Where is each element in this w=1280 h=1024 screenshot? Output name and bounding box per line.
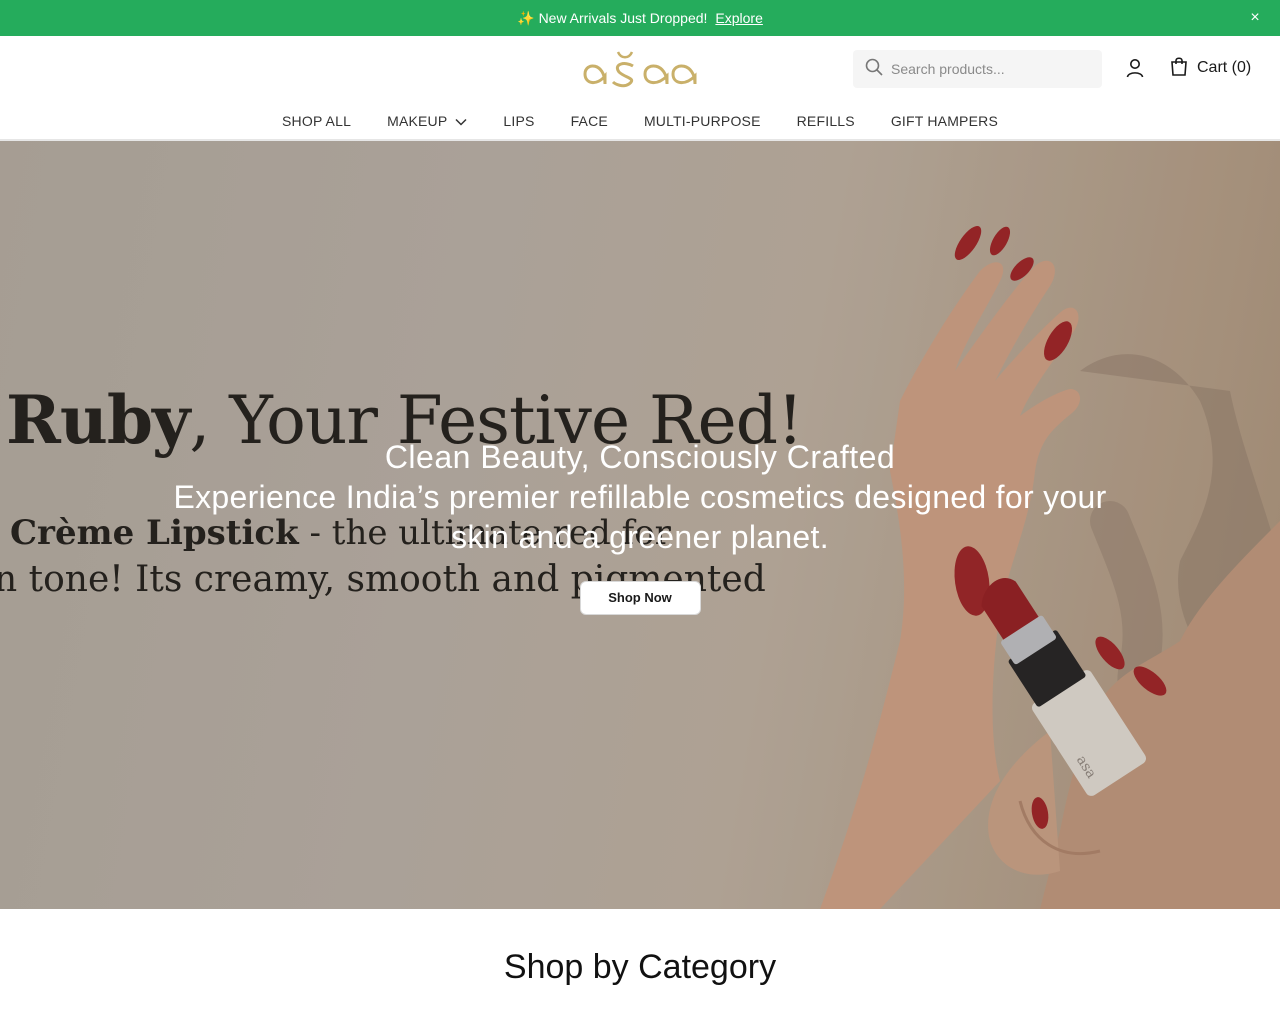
nav-label: GIFT HAMPERS (890, 113, 998, 129)
hero-subtitle: Experience India’s premier refillable co… (173, 479, 1107, 555)
nav-item-gift-hampers[interactable]: GIFT HAMPERS (891, 113, 998, 129)
nav-label: REFILLS (796, 113, 855, 129)
sparkle-icon: ✨ (517, 9, 535, 26)
hero-content: Clean Beauty, Consciously Crafted Experi… (0, 437, 1280, 615)
announcement-text: New Arrivals Just Dropped! (538, 10, 708, 26)
nav-item-shop-all[interactable]: SHOP ALL (282, 113, 351, 129)
nav-label: SHOP ALL (282, 113, 352, 129)
nav-item-lips[interactable]: LIPS (503, 113, 534, 129)
nav-item-multi-purpose[interactable]: MULTI-PURPOSE (644, 113, 761, 129)
hero-banner: Ruby, Your Festive Red! Crème Lipstick -… (0, 141, 1280, 909)
main-nav: SHOP ALL MAKEUP LIPS FACE MULTI-PURPOSE … (0, 108, 1280, 134)
nav-label: FACE (570, 113, 608, 129)
chevron-down-icon (447, 113, 467, 129)
nav-item-face[interactable]: FACE (571, 113, 608, 129)
search-icon (865, 58, 883, 81)
cart-label: Cart (0) (1197, 59, 1252, 76)
shop-now-button[interactable]: Shop Now (579, 581, 701, 615)
shop-by-category-heading: Shop by Category (503, 948, 777, 986)
announcement-bar: ✨ New Arrivals Just Dropped! Explore × (0, 0, 1280, 36)
nav-label: MULTI-PURPOSE (643, 113, 761, 129)
close-icon[interactable]: × (1246, 9, 1264, 27)
shopping-bag-icon (1170, 56, 1197, 81)
nav-label: MAKEUP (387, 113, 448, 129)
explore-link[interactable]: Explore (715, 10, 762, 26)
nav-label: LIPS (503, 113, 535, 129)
hero-title: Clean Beauty, Consciously Crafted (384, 439, 896, 475)
site-header: Cart (0) SHOP ALL MAKEUP LIPS FACE MULTI… (0, 36, 1280, 141)
brand-logo[interactable] (583, 48, 697, 88)
search-input[interactable] (891, 61, 1091, 77)
search-bar[interactable] (853, 50, 1102, 88)
nav-item-refills[interactable]: REFILLS (797, 113, 855, 129)
user-icon[interactable] (1124, 57, 1146, 79)
cart-button[interactable]: Cart (0) (1170, 56, 1251, 80)
nav-item-makeup[interactable]: MAKEUP (387, 113, 467, 129)
